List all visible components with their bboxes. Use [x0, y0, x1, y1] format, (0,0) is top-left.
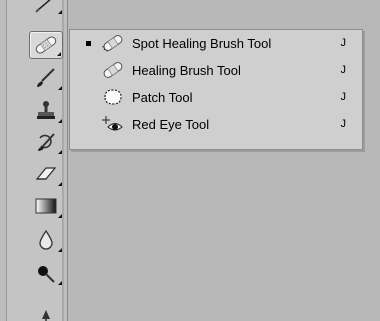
menu-item-label: Patch Tool — [132, 89, 193, 105]
clone-stamp-icon — [32, 99, 60, 123]
blur-icon — [32, 228, 60, 252]
menu-item-patch[interactable]: Patch Tool J — [70, 85, 362, 109]
healing-brush-icon — [100, 59, 126, 81]
menu-item-label: Red Eye Tool — [132, 116, 210, 132]
menu-item-shortcut: J — [340, 64, 347, 76]
menu-item-spot-healing-brush[interactable]: Spot Healing Brush Tool J — [70, 31, 362, 55]
flyout-indicator — [58, 248, 62, 252]
tool-eraser[interactable] — [29, 160, 63, 188]
menu-item-label: Spot Healing Brush Tool — [132, 35, 272, 51]
tool-clone-stamp[interactable] — [29, 97, 63, 125]
menu-item-shortcut: J — [340, 91, 347, 103]
flyout-indicator — [58, 119, 62, 123]
selected-indicator — [86, 40, 91, 46]
flyout-indicator — [58, 281, 62, 285]
history-brush-icon — [32, 130, 60, 154]
brush-icon — [32, 66, 60, 90]
menu-item-healing-brush[interactable]: Healing Brush Tool J — [70, 58, 362, 82]
patch-icon — [100, 86, 126, 108]
tool-dodge[interactable] — [29, 259, 63, 287]
dodge-icon — [32, 261, 60, 285]
flyout-indicator — [58, 86, 62, 90]
eraser-icon — [32, 162, 60, 186]
menu-item-shortcut: J — [340, 118, 347, 130]
flyout-indicator — [58, 182, 62, 186]
flyout-indicator — [58, 214, 62, 218]
menu-item-shortcut: J — [340, 37, 347, 49]
healing-tools-flyout-menu: Spot Healing Brush Tool J Healing Brush … — [69, 29, 363, 150]
gradient-icon — [32, 194, 60, 218]
spot-healing-brush-icon — [100, 32, 126, 54]
tool-blur[interactable] — [29, 226, 63, 254]
tool-brush[interactable] — [29, 64, 63, 92]
pen-icon — [32, 307, 60, 321]
red-eye-icon — [100, 113, 126, 135]
pen-tip-icon — [32, 0, 60, 14]
tool-gradient[interactable] — [29, 192, 63, 220]
menu-item-label: Healing Brush Tool — [132, 62, 241, 78]
tool-healing-brush[interactable] — [29, 31, 63, 59]
healing-brush-icon — [32, 33, 60, 57]
menu-item-red-eye[interactable]: Red Eye Tool J — [70, 112, 362, 136]
tool-pen-tip[interactable] — [29, 0, 63, 16]
tools-panel — [0, 0, 68, 321]
tool-history-brush[interactable] — [29, 128, 63, 156]
flyout-indicator — [57, 52, 61, 56]
flyout-indicator — [58, 150, 62, 154]
flyout-indicator — [58, 10, 62, 14]
tool-pen[interactable] — [29, 305, 63, 321]
